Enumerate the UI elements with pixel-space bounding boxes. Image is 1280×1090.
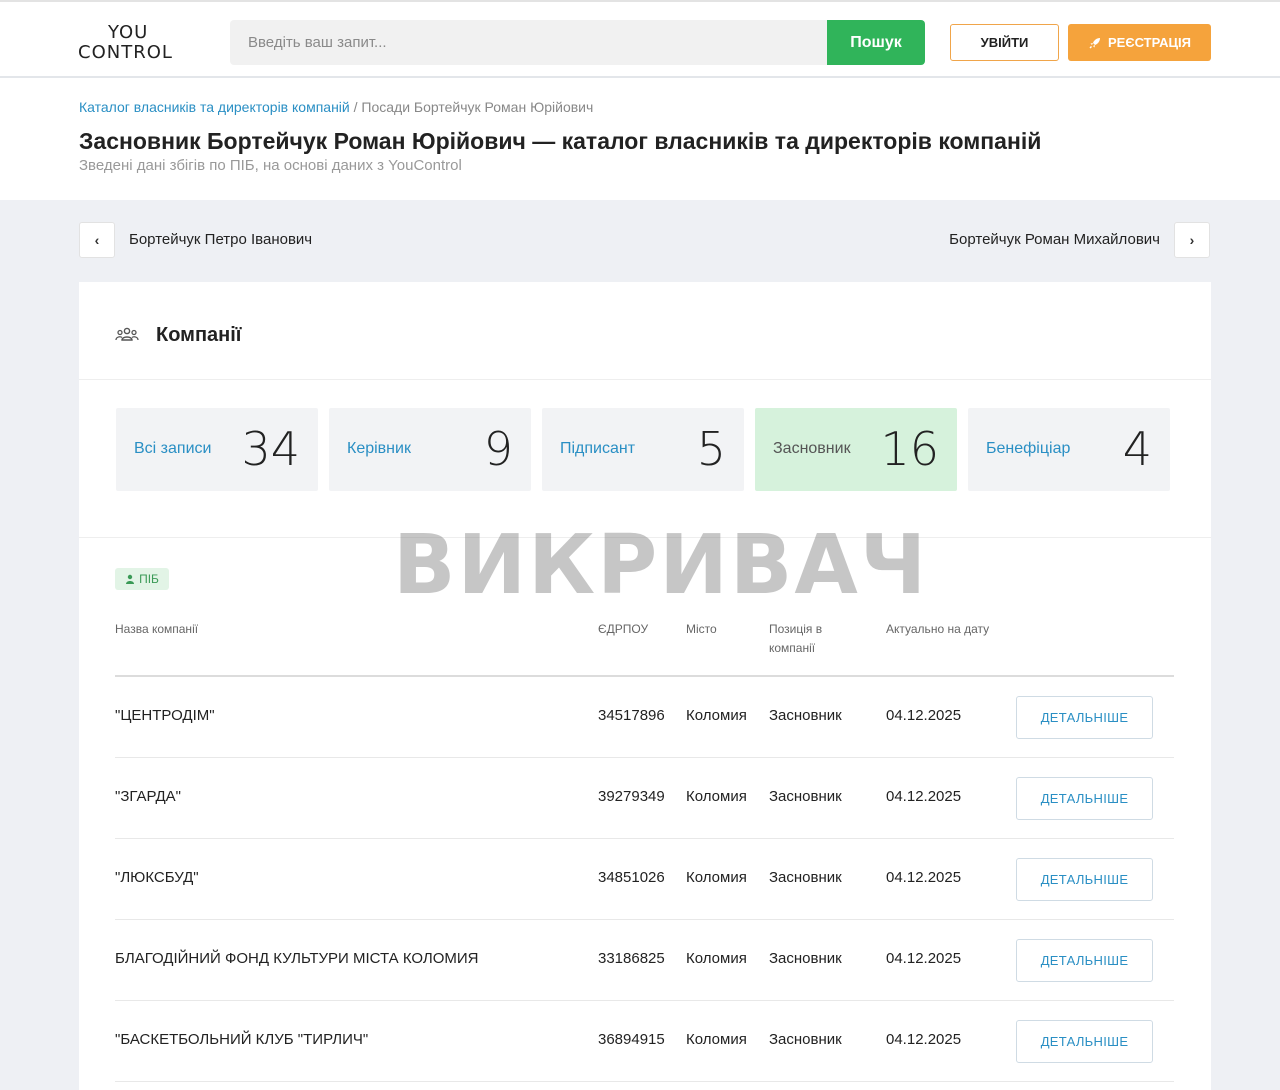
- search-box: [230, 20, 827, 65]
- pib-tag-label: ПІБ: [139, 572, 159, 586]
- table-row: "ЦЕНТРОДІМ" 34517896 Коломия Засновник 0…: [115, 677, 1174, 758]
- logo-bottom-text: CONTROL: [78, 42, 173, 63]
- page-title: Засновник Бортейчук Роман Юрійович — кат…: [79, 128, 1042, 154]
- company-city: Коломия: [686, 788, 747, 805]
- company-position: Засновник: [769, 950, 842, 967]
- company-code: 33186825: [598, 950, 665, 967]
- breadcrumb-current: Посади Бортейчук Роман Юрійович: [361, 99, 594, 115]
- company-date: 04.12.2025: [886, 788, 962, 805]
- companies-card: Компанії Всі записи 34 Керівник 9 Підпис…: [79, 282, 1211, 1090]
- table-row: "ЗГАРДА" 39279349 Коломия Засновник 04.1…: [115, 758, 1174, 839]
- company-position: Засновник: [769, 1031, 842, 1048]
- stat-count: 4: [1122, 422, 1152, 476]
- section-title: Компанії: [156, 324, 242, 346]
- column-header-city: Місто: [686, 622, 717, 636]
- table-row: "ЛЮКСБУД" 34851026 Коломия Засновник 04.…: [115, 839, 1174, 920]
- chevron-right-icon: ›: [1189, 232, 1195, 248]
- company-code: 36894915: [598, 1031, 665, 1048]
- youcontrol-logo[interactable]: YOU CONTROL: [78, 22, 182, 63]
- top-header: YOU CONTROL Пошук УВІЙТИ РЕЄСТРАЦІЯ: [0, 0, 1280, 78]
- company-code: 39279349: [598, 788, 665, 805]
- card-header: Компанії: [79, 282, 1211, 380]
- details-button[interactable]: ДЕТАЛЬНІШЕ: [1016, 939, 1153, 982]
- stat-count: 34: [241, 422, 300, 476]
- column-header-name: Назва компанії: [115, 622, 199, 636]
- watermark-text: ВИКРИВАЧ: [393, 518, 929, 613]
- next-person-link[interactable]: Бортейчук Роман Михайлович: [949, 231, 1160, 248]
- company-city: Коломия: [686, 950, 747, 967]
- stat-label: Всі записи: [134, 440, 212, 457]
- person-icon: [126, 574, 135, 584]
- stat-label: Керівник: [347, 440, 411, 457]
- company-name: "ЗГАРДА": [115, 788, 181, 805]
- column-header-position-line2: компанії: [769, 641, 816, 655]
- company-code: 34517896: [598, 707, 665, 724]
- logo-top-text: YOU: [108, 22, 149, 43]
- column-header-code: ЄДРПОУ: [598, 622, 649, 636]
- table-row: БЛАГОДІЙНИЙ ФОНД КУЛЬТУРИ МІСТА КОЛОМИЯ …: [115, 920, 1174, 1001]
- register-button[interactable]: РЕЄСТРАЦІЯ: [1068, 24, 1211, 61]
- company-position: Засновник: [769, 788, 842, 805]
- rocket-icon: [1089, 37, 1101, 48]
- company-date: 04.12.2025: [886, 1031, 962, 1048]
- stat-count: 5: [696, 422, 726, 476]
- chevron-left-icon: ‹: [94, 232, 100, 248]
- prev-person-button[interactable]: ‹: [79, 222, 115, 258]
- prev-person-link[interactable]: Бортейчук Петро Іванович: [129, 231, 312, 248]
- title-area: Каталог власників та директорів компаній…: [0, 78, 1280, 200]
- details-button[interactable]: ДЕТАЛЬНІШЕ: [1016, 777, 1153, 820]
- column-header-position-line1: Позиція в: [769, 622, 823, 636]
- table-row: "БАСКЕТБОЛЬНИЙ КЛУБ "ТИРЛИЧ" 36894915 Ко…: [115, 1001, 1174, 1082]
- pib-match-tag: ПІБ: [115, 568, 169, 590]
- breadcrumb-link-catalog[interactable]: Каталог власників та директорів компаній: [79, 99, 350, 115]
- details-button[interactable]: ДЕТАЛЬНІШЕ: [1016, 696, 1153, 739]
- company-name: "БАСКЕТБОЛЬНИЙ КЛУБ "ТИРЛИЧ": [115, 1031, 369, 1048]
- company-name: БЛАГОДІЙНИЙ ФОНД КУЛЬТУРИ МІСТА КОЛОМИЯ: [115, 950, 479, 967]
- company-code: 34851026: [598, 869, 665, 886]
- company-name: "ЦЕНТРОДІМ": [115, 707, 215, 724]
- people-group-icon: [115, 327, 139, 341]
- stat-filter-beneficiary[interactable]: Бенефіціар 4: [968, 408, 1170, 491]
- stat-label: Засновник: [773, 440, 851, 457]
- next-person-button[interactable]: ›: [1174, 222, 1210, 258]
- column-header-position: Позиція в компанії: [769, 620, 822, 658]
- login-button[interactable]: УВІЙТИ: [950, 24, 1059, 61]
- stat-filter-founder[interactable]: Засновник 16: [755, 408, 957, 491]
- page-subtitle: Зведені дані збігів по ПІБ, на основі да…: [79, 157, 462, 174]
- breadcrumb: Каталог власників та директорів компаній…: [79, 99, 593, 115]
- company-position: Засновник: [769, 869, 842, 886]
- company-date: 04.12.2025: [886, 707, 962, 724]
- stat-count: 16: [880, 422, 939, 476]
- details-button[interactable]: ДЕТАЛЬНІШЕ: [1016, 1020, 1153, 1063]
- stat-label: Бенефіціар: [986, 440, 1071, 457]
- stat-filter-manager[interactable]: Керівник 9: [329, 408, 531, 491]
- details-button[interactable]: ДЕТАЛЬНІШЕ: [1016, 858, 1153, 901]
- company-date: 04.12.2025: [886, 950, 962, 967]
- company-city: Коломия: [686, 707, 747, 724]
- company-date: 04.12.2025: [886, 869, 962, 886]
- stat-count: 9: [483, 422, 513, 476]
- company-position: Засновник: [769, 707, 842, 724]
- breadcrumb-separator: /: [349, 99, 362, 115]
- search-input[interactable]: [230, 20, 827, 65]
- company-city: Коломия: [686, 1031, 747, 1048]
- stat-filter-signatory[interactable]: Підписант 5: [542, 408, 744, 491]
- column-header-date: Актуально на дату: [886, 622, 990, 636]
- company-name: "ЛЮКСБУД": [115, 869, 199, 886]
- register-label: РЕЄСТРАЦІЯ: [1108, 35, 1191, 50]
- search-button[interactable]: Пошук: [827, 20, 925, 65]
- company-city: Коломия: [686, 869, 747, 886]
- stat-label: Підписант: [560, 440, 636, 457]
- stat-filter-all[interactable]: Всі записи 34: [116, 408, 318, 491]
